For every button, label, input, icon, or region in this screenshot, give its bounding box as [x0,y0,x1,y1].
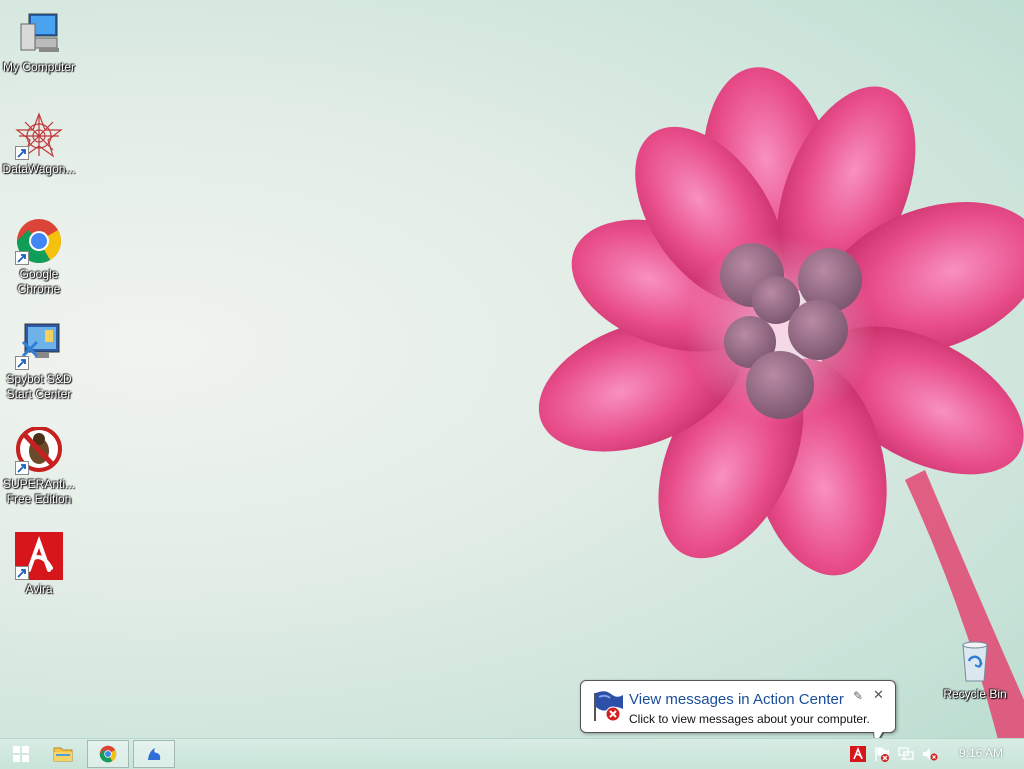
taskbar-google-chrome[interactable] [87,740,129,768]
volume-muted-icon[interactable] [922,746,938,762]
taskbar-app-bird[interactable] [133,740,175,768]
desktop-icon-google-chrome[interactable]: Google Chrome [0,217,78,297]
shortcut-arrow-icon [15,461,29,475]
desktop-icon-avira[interactable]: Avira [0,532,78,597]
datawagon-icon [15,112,63,160]
desktop-icon-label: Avira [25,582,53,596]
spybot-icon [15,322,63,370]
chrome-icon [15,217,63,265]
desktop-icon-label: My Computer [2,60,76,74]
avira-tray-icon[interactable] [850,746,866,762]
start-button[interactable] [0,740,42,768]
desktop-icon-label: DataWagon... [2,162,76,176]
notification-title[interactable]: View messages in Action Center [629,691,844,708]
taskbar [0,738,1024,769]
recycle-bin-icon [951,637,999,685]
folder-icon [53,747,73,762]
notification-close-button[interactable]: ✕ [873,687,884,703]
desktop-icon-label: SUPERAnti... Free Edition [2,477,76,506]
desktop-icon-superantispyware[interactable]: SUPERAnti... Free Edition [0,426,78,507]
action-center-tray-icon[interactable] [874,746,890,762]
chrome-icon [99,745,117,763]
desktop-icon-recycle-bin[interactable]: Recycle Bin [936,637,1014,702]
superantispyware-icon [15,426,63,475]
shortcut-arrow-icon [15,251,29,265]
windows-logo-icon [13,746,29,762]
computer-icon [15,10,63,58]
desktop-icon-label: Recycle Bin [943,687,1007,701]
taskbar-clock[interactable]: 9:16 AM [956,746,1006,760]
desktop-icon-my-computer[interactable]: My Computer [0,10,78,75]
wallpaper-flower [538,67,1024,768]
bird-app-icon [148,748,161,760]
desktop-icon-label: Google Chrome [17,267,61,296]
desktop-icon-label: Spybot S&D Start Center [6,372,72,401]
shortcut-arrow-icon [15,566,29,580]
shortcut-arrow-icon [15,146,29,160]
notification-options-icon[interactable]: ✎ [853,689,863,703]
action-center-flag-icon [591,689,625,723]
shortcut-arrow-icon [15,356,29,370]
avira-icon [15,532,63,580]
notification-body[interactable]: Click to view messages about your comput… [629,712,870,726]
taskbar-file-explorer[interactable] [42,740,84,768]
desktop-icon-spybot[interactable]: Spybot S&D Start Center [0,322,78,402]
desktop-icon-datawagon[interactable]: DataWagon... [0,112,78,177]
action-center-notification[interactable]: View messages in Action Center Click to … [580,680,896,748]
network-icon[interactable] [898,746,914,762]
